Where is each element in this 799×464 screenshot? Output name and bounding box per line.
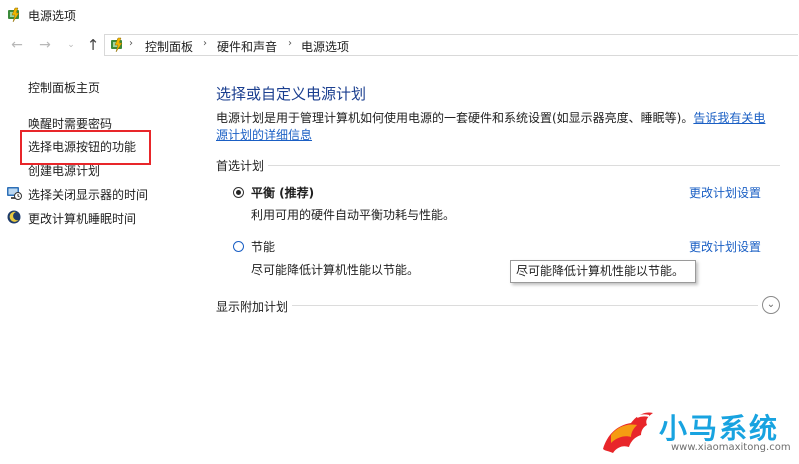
address-bar[interactable]: › 控制面板 › 硬件和声音 › 电源选项	[104, 34, 798, 56]
plan-power-saver-desc: 尽可能降低计算机性能以节能。	[251, 263, 420, 277]
navigation-bar: ← → ⌄ ↑ › 控制面板 › 硬件和声音 › 电源选项	[0, 32, 799, 58]
breadcrumb-control-panel[interactable]: 控制面板	[145, 38, 193, 55]
power-options-icon	[111, 37, 123, 53]
plan-balanced-change-link[interactable]: 更改计划设置	[689, 184, 761, 201]
description-text: 电源计划是用于管理计算机如何使用电源的一套硬件和系统设置(如显示器亮度、睡眠等)…	[216, 111, 694, 125]
tooltip: 尽可能降低计算机性能以节能。	[510, 260, 696, 283]
chevron-right-icon: ›	[129, 38, 133, 49]
chevron-right-icon: ›	[288, 38, 292, 49]
chevron-down-circle-icon[interactable]: ⌄	[762, 296, 780, 314]
left-navigation-pane: 控制面板主页 唤醒时需要密码 选择电源按钮的功能 创建电源计划 选择关闭显示器的…	[0, 60, 200, 464]
arrow-up-icon[interactable]: ↑	[84, 36, 102, 54]
plan-balanced-desc: 利用可用的硬件自动平衡功耗与性能。	[251, 208, 456, 222]
watermark-url: www.xiaomaxitong.com	[671, 442, 791, 453]
main-content: 选择或自定义电源计划 电源计划是用于管理计算机如何使用电源的一套硬件和系统设置(…	[200, 60, 799, 464]
watermark-brand: 小马系统	[659, 412, 780, 445]
breadcrumb-power-options[interactable]: 电源选项	[301, 38, 349, 55]
plan-power-saver-change-link[interactable]: 更改计划设置	[689, 238, 761, 255]
plan-power-saver-name[interactable]: 节能	[251, 238, 275, 255]
monitor-icon	[7, 187, 22, 200]
arrow-right-icon[interactable]: →	[36, 36, 54, 54]
section-divider	[260, 165, 780, 166]
plan-balanced-radio[interactable]	[233, 187, 244, 198]
sidebar-item-display-off[interactable]: 选择关闭显示器的时间	[28, 186, 148, 203]
chevron-down-icon[interactable]: ⌄	[62, 36, 80, 54]
title-bar: 电源选项	[0, 0, 799, 30]
breadcrumb-hardware-sound[interactable]: 硬件和声音	[217, 38, 277, 55]
power-options-icon	[8, 7, 20, 23]
window-title: 电源选项	[28, 9, 77, 23]
watermark-logo: 小马系统 www.xiaomaxitong.com	[597, 405, 797, 463]
sidebar-item-sleep-time[interactable]: 更改计算机睡眠时间	[28, 210, 136, 227]
moon-icon	[7, 210, 21, 224]
horse-logo-icon	[603, 412, 653, 453]
control-panel-home-link[interactable]: 控制面板主页	[28, 79, 100, 96]
section-divider	[292, 305, 758, 306]
arrow-left-icon[interactable]: ←	[8, 36, 26, 54]
preferred-plans-label: 首选计划	[216, 157, 269, 174]
page-description: 电源计划是用于管理计算机如何使用电源的一套硬件和系统设置(如显示器亮度、睡眠等)…	[216, 110, 776, 144]
plan-power-saver-radio[interactable]	[233, 241, 244, 252]
show-additional-plans-label[interactable]: 显示附加计划	[216, 298, 293, 315]
chevron-right-icon: ›	[203, 38, 207, 49]
page-title: 选择或自定义电源计划	[216, 85, 367, 103]
highlight-box	[20, 130, 151, 165]
plan-balanced-name[interactable]: 平衡 (推荐)	[251, 184, 314, 201]
